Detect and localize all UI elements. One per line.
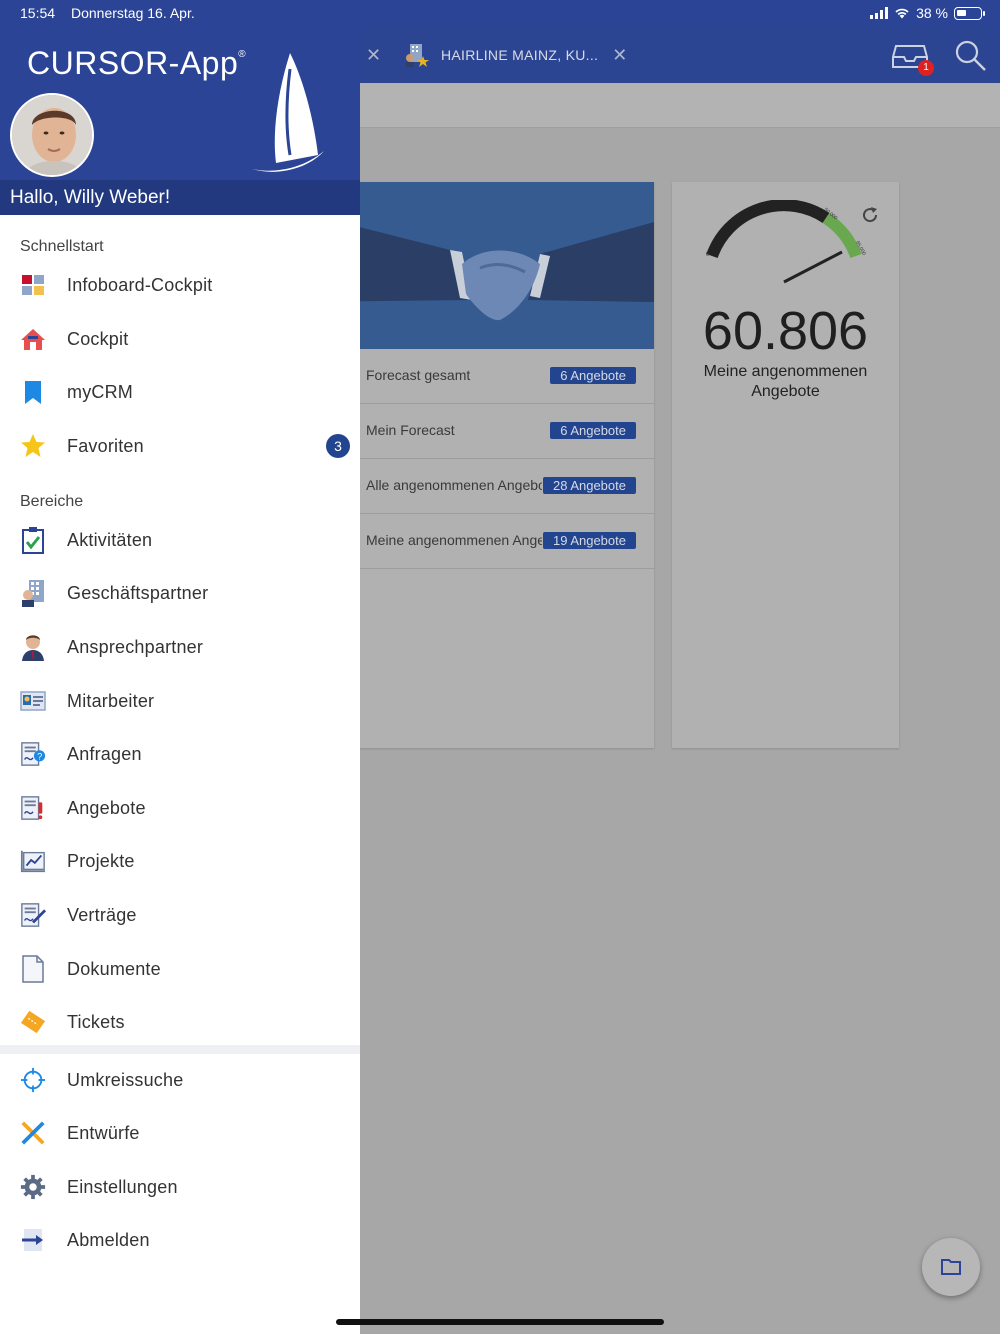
wifi-icon	[895, 8, 909, 19]
inquiry-icon: ?	[20, 741, 46, 767]
registered-mark: ®	[238, 49, 247, 60]
gauge-card: 0 50.000 65.000 60.806 Meine angenommene…	[672, 182, 899, 748]
forecast-row-label: Forecast gesamt	[366, 367, 471, 383]
contact-person-icon	[20, 634, 46, 661]
nav-item-label: Projekte	[67, 850, 135, 871]
tab-label: HAIRLINE MAINZ, KU...	[441, 47, 599, 63]
drawer-header: CURSOR-App®	[0, 27, 360, 180]
nav-item-label: Dokumente	[67, 958, 161, 979]
forecast-row-badge: 28 Angebote	[542, 477, 636, 494]
nav-item-dokumente[interactable]: Dokumente	[0, 944, 360, 994]
nav-item-aktivitaeten[interactable]: Aktivitäten	[0, 515, 360, 565]
section-title-quickstart: Schnellstart	[20, 238, 104, 255]
svg-text:?: ?	[37, 752, 42, 762]
status-time: 15:54	[20, 5, 56, 21]
nav-item-label: Einstellungen	[67, 1176, 178, 1197]
nav-item-abmelden[interactable]: Abmelden	[0, 1215, 360, 1265]
nav-item-label: Ansprechpartner	[67, 636, 204, 657]
nav-item-mitarbeiter[interactable]: Mitarbeiter	[0, 676, 360, 726]
business-partner-icon	[406, 44, 429, 67]
nav-item-geschaeftspartner[interactable]: Geschäftspartner	[0, 568, 360, 618]
folder-icon	[941, 1259, 961, 1275]
nav-item-label: Cockpit	[67, 328, 129, 349]
user-greeting: Hallo, Willy Weber!	[0, 180, 360, 215]
tab-close-icon[interactable]: ✕	[366, 27, 381, 83]
drafts-icon	[20, 1120, 46, 1146]
tab-business-partner[interactable]: HAIRLINE MAINZ, KU... ✕	[404, 27, 628, 83]
gauge-label: Meine angenommenen Angebote	[703, 363, 868, 400]
forecast-row-badge: 6 Angebote	[550, 367, 636, 384]
forecast-row-badge: 6 Angebote	[550, 422, 636, 439]
nav-item-umkreissuche[interactable]: Umkreissuche	[0, 1055, 360, 1105]
nav-item-anfragen[interactable]: ? Anfragen	[0, 729, 360, 779]
status-date: Donnerstag 16. Apr.	[71, 5, 195, 21]
forecast-row-label: Meine angenommenen Angebote	[366, 532, 542, 548]
checklist-icon	[20, 527, 46, 554]
nav-item-label: myCRM	[67, 381, 133, 402]
nav-item-ansprechpartner[interactable]: Ansprechpartner	[0, 622, 360, 672]
battery-icon	[954, 6, 985, 20]
nav-item-label: Tickets	[67, 1011, 125, 1032]
nav-item-angebote[interactable]: Angebote	[0, 783, 360, 833]
gear-icon	[20, 1174, 46, 1200]
ticket-icon	[20, 1009, 46, 1035]
nav-item-einstellungen[interactable]: Einstellungen	[0, 1162, 360, 1212]
contract-icon	[20, 902, 46, 928]
gauge-dial: 0 50.000 65.000	[706, 200, 867, 284]
drawer-divider	[0, 1045, 360, 1054]
app-brand-name: CURSOR-App	[27, 45, 239, 81]
nav-item-mycrm[interactable]: myCRM	[0, 367, 360, 417]
inbox-button[interactable]: 1	[892, 42, 934, 76]
app-brand: CURSOR-App®	[27, 45, 246, 82]
employee-card-icon	[20, 688, 46, 714]
nav-item-projekte[interactable]: Projekte	[0, 836, 360, 886]
nav-item-label: Infoboard-Cockpit	[67, 274, 213, 295]
status-indicators: 38 %	[870, 5, 985, 21]
search-icon	[955, 40, 986, 71]
logout-icon	[20, 1227, 46, 1253]
crosshair-icon	[20, 1067, 46, 1093]
bookmark-icon	[20, 379, 46, 405]
nav-item-entwuerfe[interactable]: Entwürfe	[0, 1108, 360, 1158]
nav-item-label: Umkreissuche	[67, 1069, 184, 1090]
search-button[interactable]	[954, 39, 988, 73]
offer-icon	[20, 795, 46, 821]
inbox-badge: 1	[918, 60, 934, 76]
forecast-row-badge: 19 Angebote	[542, 532, 636, 549]
nav-item-label: Favoriten	[67, 435, 144, 456]
status-bar: 15:54 Donnerstag 16. Apr. 38 %	[0, 0, 1000, 27]
battery-percent: 38 %	[916, 5, 948, 21]
forecast-row-label: Mein Forecast	[366, 422, 455, 438]
home-icon	[20, 326, 46, 352]
nav-item-favoriten[interactable]: Favoriten 3	[0, 421, 360, 471]
nav-item-label: Abmelden	[67, 1229, 150, 1250]
project-chart-icon	[20, 848, 46, 874]
forecast-row-label: Alle angenommenen Angebote	[366, 477, 542, 493]
nav-item-label: Angebote	[67, 797, 146, 818]
nav-item-cockpit[interactable]: Cockpit	[0, 314, 360, 364]
nav-item-label: Entwürfe	[67, 1122, 140, 1143]
nav-item-label: Anfragen	[67, 743, 142, 764]
nav-item-infoboard-cockpit[interactable]: Infoboard-Cockpit	[0, 260, 360, 310]
avatar[interactable]	[10, 93, 94, 177]
navigation-drawer: CURSOR-App® Hallo, Willy Weber! Schnells…	[0, 27, 360, 1334]
home-indicator[interactable]	[336, 1319, 664, 1325]
infoboard-icon	[20, 272, 46, 298]
nav-item-label: Mitarbeiter	[67, 690, 155, 711]
nav-item-tickets[interactable]: Tickets	[0, 997, 360, 1047]
nav-item-label: Aktivitäten	[67, 529, 153, 550]
cellular-signal-icon	[870, 7, 889, 19]
business-partner-icon	[20, 580, 46, 607]
document-icon	[20, 955, 46, 983]
tab-close-icon[interactable]: ✕	[612, 45, 627, 66]
gauge-value: 60.806	[702, 301, 869, 361]
sailboat-logo	[252, 53, 324, 172]
nav-item-label: Verträge	[67, 904, 137, 925]
folder-fab-button[interactable]	[922, 1238, 980, 1296]
nav-item-vertraege[interactable]: Verträge	[0, 890, 360, 940]
favorites-count-badge: 3	[326, 434, 350, 458]
section-title-areas: Bereiche	[20, 493, 84, 510]
nav-item-label: Geschäftspartner	[67, 582, 209, 603]
star-icon	[20, 433, 46, 459]
